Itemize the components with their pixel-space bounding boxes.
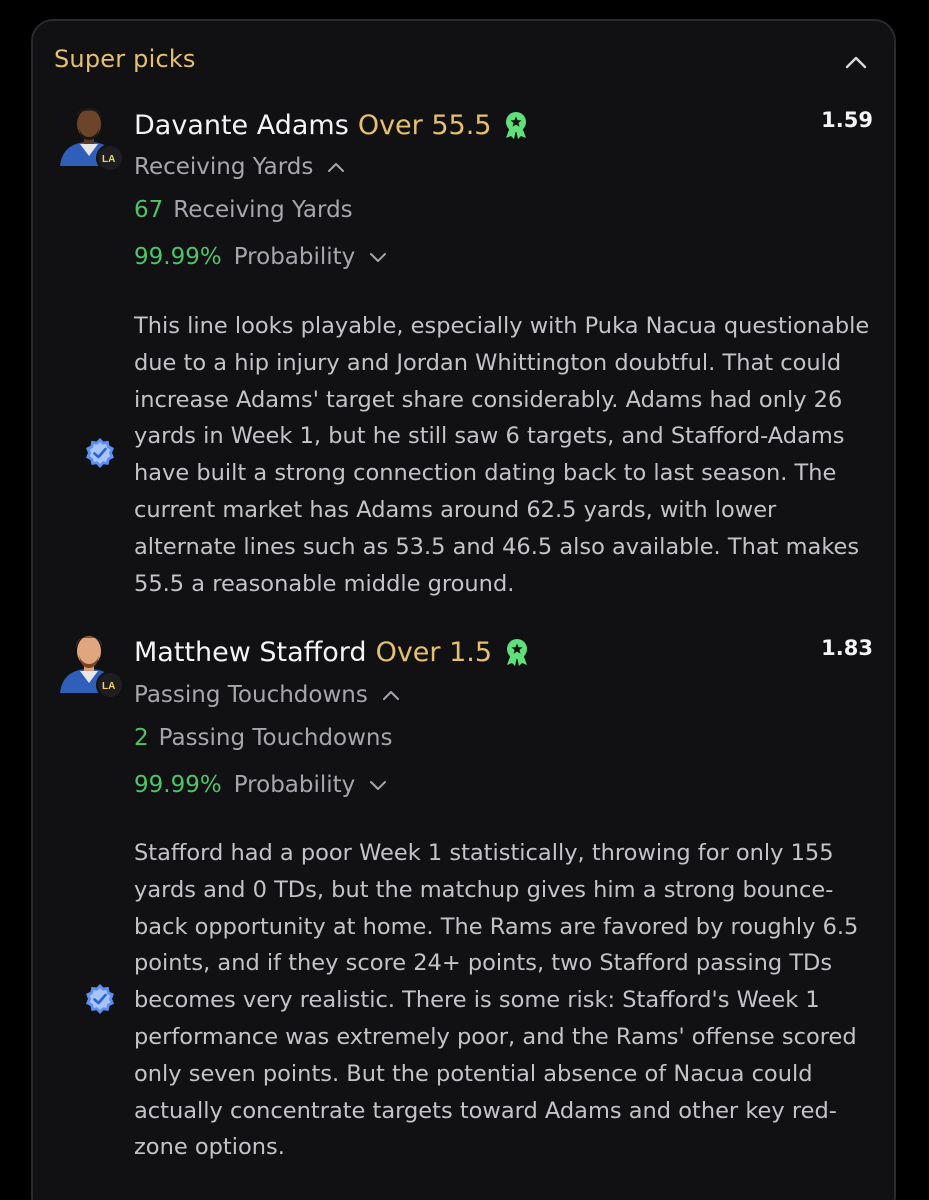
result-value: 2: [134, 725, 149, 751]
pick-analysis: Stafford had a poor Week 1 statistically…: [134, 840, 859, 1161]
svg-text:LA: LA: [102, 154, 115, 164]
pick-odds: 1.59: [821, 108, 873, 132]
chevron-up-icon: [328, 162, 345, 172]
chevron-up-icon: [382, 690, 399, 700]
result-value: 67: [134, 197, 164, 223]
rams-logo-icon: LA: [102, 154, 115, 164]
result-line: 2 Passing Touchdowns: [134, 725, 392, 751]
market-toggle[interactable]: Receiving Yards: [134, 154, 345, 180]
pick-line: Over 55.5: [357, 109, 492, 141]
player-name: Matthew Stafford: [134, 636, 367, 668]
chevron-down-icon: [370, 252, 387, 262]
pick-analysis: This line looks playable, especially wit…: [134, 313, 870, 597]
result-label: Passing Touchdowns: [158, 725, 393, 751]
market-label: Passing Touchdowns: [134, 682, 368, 708]
svg-text:LA: LA: [102, 681, 115, 691]
probability-toggle[interactable]: 99.99% Probability: [134, 772, 387, 798]
verified-badge-icon: [86, 438, 114, 468]
market-toggle[interactable]: Passing Touchdowns: [134, 682, 400, 708]
chevron-up-icon: [845, 56, 867, 69]
chevron-down-icon: [370, 780, 387, 790]
award-ribbon-icon: [502, 637, 532, 667]
pick-headline: Matthew Stafford Over 1.5: [134, 633, 532, 671]
result-label: Receiving Yards: [173, 197, 353, 223]
probability-label: Probability: [233, 244, 356, 270]
award-ribbon-icon: [501, 110, 531, 140]
pick-headline: Davante Adams Over 55.5: [134, 106, 531, 144]
probability-label: Probability: [233, 772, 356, 798]
pick-line: Over 1.5: [375, 636, 493, 668]
verified-badge-icon: [86, 984, 114, 1014]
player-name: Davante Adams: [134, 109, 349, 141]
probability-value: 99.99%: [134, 244, 222, 270]
pick-odds: 1.83: [821, 636, 873, 660]
collapse-button[interactable]: [836, 44, 876, 80]
team-logo: LA: [96, 144, 124, 172]
rams-logo-icon: LA: [102, 681, 115, 691]
probability-toggle[interactable]: 99.99% Probability: [134, 244, 387, 270]
section-title: Super picks: [54, 45, 196, 73]
result-line: 67 Receiving Yards: [134, 197, 353, 223]
market-label: Receiving Yards: [134, 154, 314, 180]
probability-value: 99.99%: [134, 772, 222, 798]
team-logo: LA: [96, 671, 124, 699]
